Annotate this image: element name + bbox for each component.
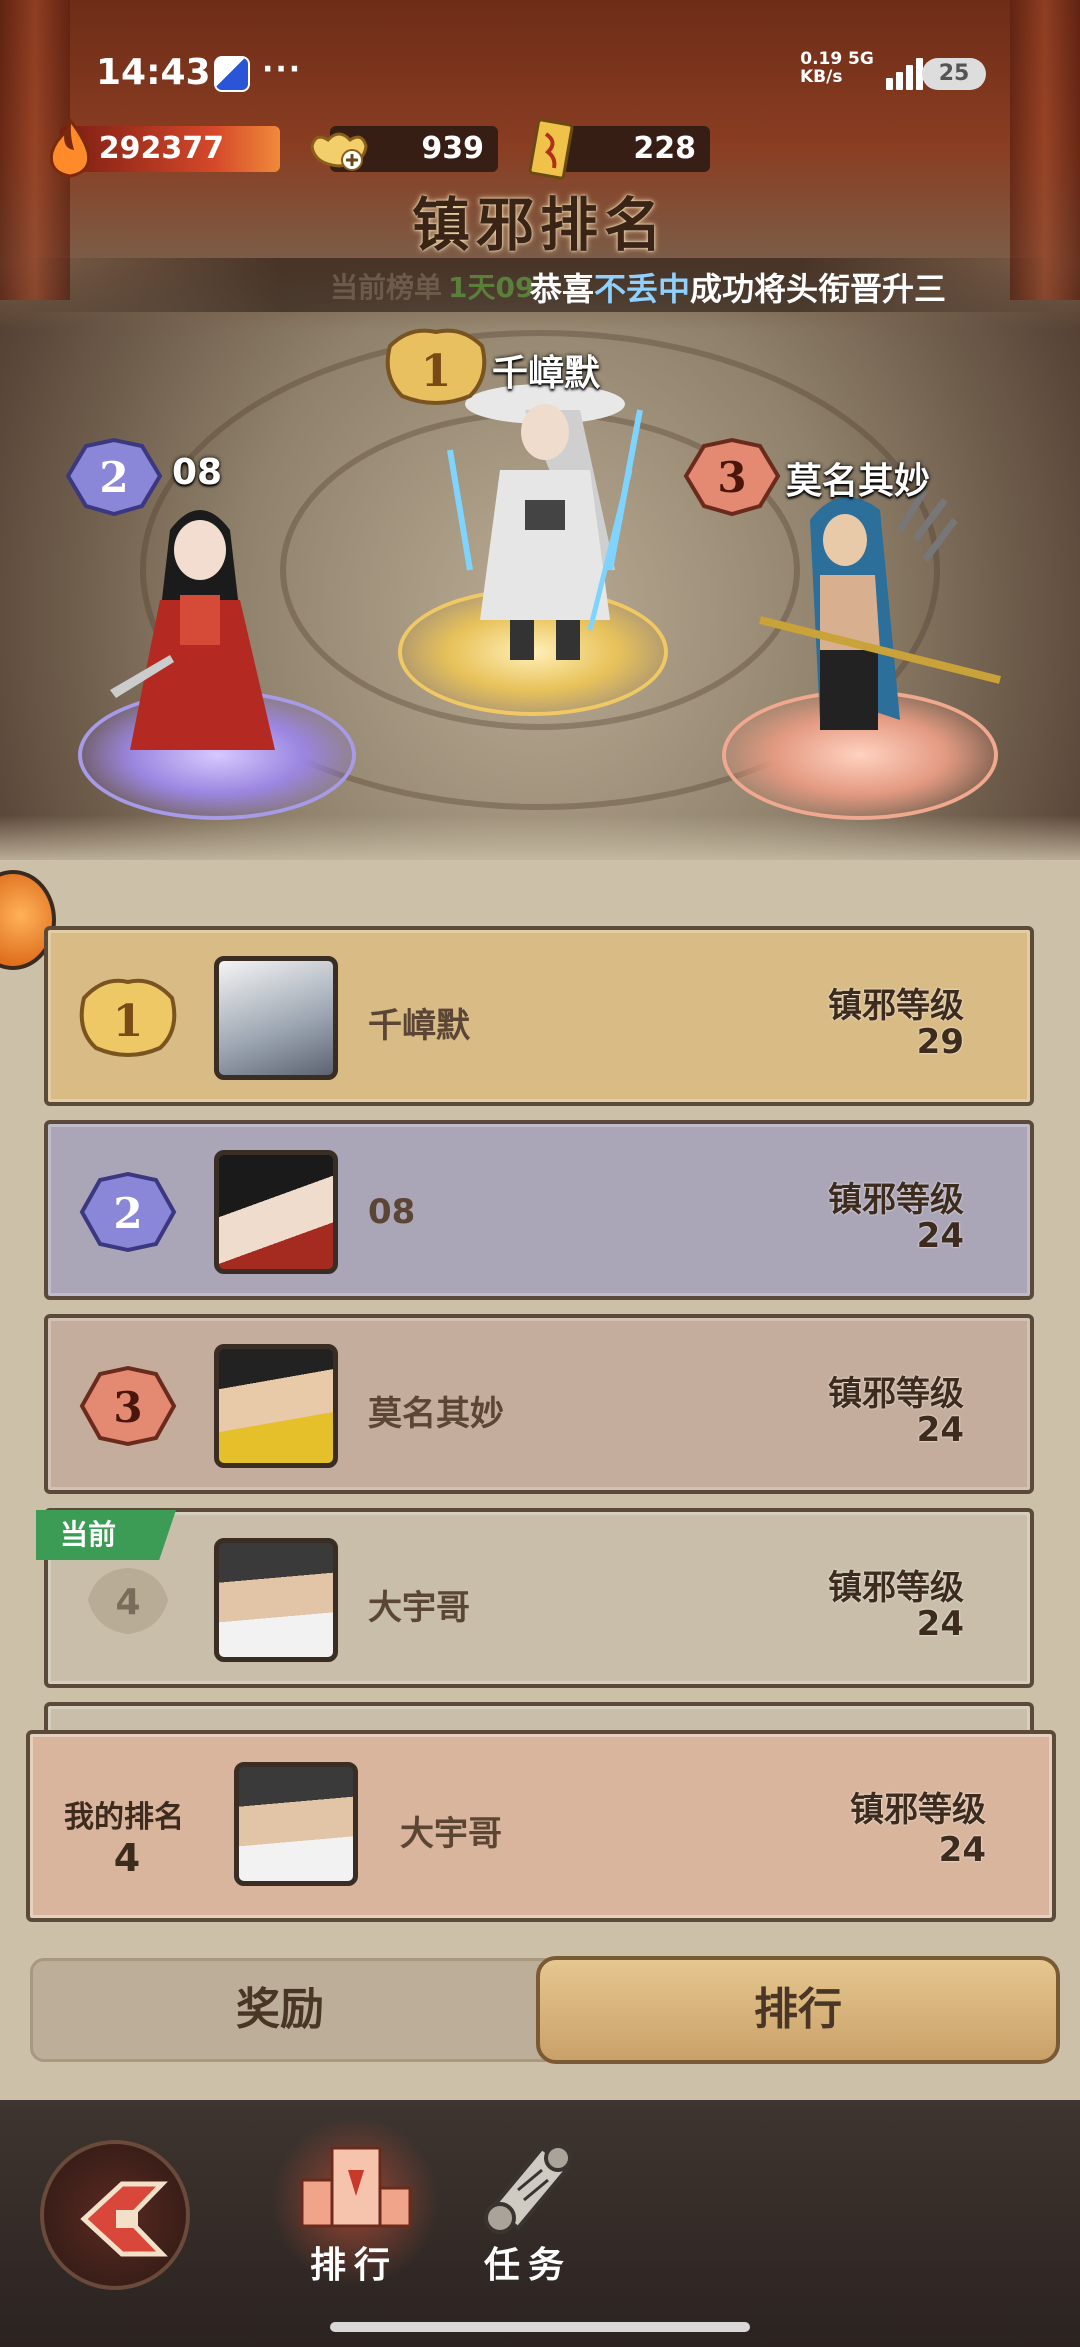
- svg-text:3: 3: [717, 453, 746, 502]
- more-notifications-icon: ···: [262, 52, 303, 87]
- ranking-row-4[interactable]: 4 大宇哥 镇邪等级 24: [44, 1508, 1034, 1688]
- network-speed: 0.19 KB/s: [800, 50, 842, 86]
- svg-text:1: 1: [421, 346, 452, 397]
- player-name: 大宇哥: [368, 1588, 470, 1628]
- player-name: 08: [368, 1192, 416, 1232]
- status-time: 14:43: [96, 52, 211, 93]
- level-value: 24: [916, 1216, 964, 1256]
- player-name: 千嶂默: [368, 1006, 470, 1046]
- first-place-character[interactable]: [430, 370, 660, 670]
- talisman-ticket-icon: [528, 118, 574, 180]
- page-title: 镇邪排名: [411, 191, 668, 259]
- rank-2-badge-icon: 2: [79, 1171, 177, 1253]
- panel-scroll-ornament: [0, 815, 1080, 905]
- tab-reward[interactable]: 奖励: [30, 1958, 530, 2062]
- network-speed-value: 0.19: [800, 49, 843, 69]
- level-value: 24: [916, 1604, 964, 1644]
- second-place-name: 08: [172, 452, 223, 493]
- scroll-task-icon[interactable]: [472, 2138, 582, 2234]
- gold-ingot-add-icon[interactable]: [308, 122, 370, 174]
- avatar[interactable]: [214, 1538, 338, 1662]
- rank-2-badge-icon: 2: [65, 437, 163, 517]
- first-place-name: 千嶂默: [492, 353, 601, 394]
- flame-icon: [49, 118, 91, 178]
- tab-ranking[interactable]: 排行: [536, 1956, 1060, 2064]
- level-label: 镇邪等级: [828, 986, 964, 1026]
- current-list-label: 当前榜单: [330, 271, 443, 304]
- svg-text:2: 2: [113, 1189, 142, 1238]
- rank-1-badge-icon: 1: [79, 978, 177, 1057]
- level-label: 镇邪等级: [828, 1180, 964, 1220]
- ranking-row-1[interactable]: 1 千嶂默 镇邪等级 29: [44, 926, 1034, 1106]
- back-arrow-icon: [80, 2181, 168, 2257]
- rank-3-badge-icon: 3: [79, 1365, 177, 1447]
- my-rank-label: 我的排名: [64, 1800, 184, 1835]
- ticker-start: 恭喜: [530, 270, 595, 308]
- nav-task-label[interactable]: 任务: [484, 2236, 572, 2288]
- network-speed-unit: KB/s: [800, 67, 843, 87]
- ticket-value: 228: [550, 126, 710, 172]
- home-indicator[interactable]: [330, 2322, 750, 2332]
- rank-4-badge-icon: 4: [88, 1568, 168, 1634]
- third-place-character[interactable]: [750, 480, 1010, 770]
- my-level-value: 24: [938, 1830, 986, 1870]
- svg-text:4: 4: [115, 1582, 140, 1623]
- ranking-row-2[interactable]: 2 08 镇邪等级 24: [44, 1120, 1034, 1300]
- announcement-ticker: 恭喜不丢中成功将头衔晋升三: [530, 264, 980, 310]
- svg-text:3: 3: [113, 1383, 142, 1432]
- back-button[interactable]: [40, 2140, 190, 2290]
- third-place-name: 莫名其妙: [786, 461, 931, 502]
- second-place-character[interactable]: [100, 490, 300, 770]
- network-type: 5G: [848, 49, 874, 69]
- avatar[interactable]: [214, 1344, 338, 1468]
- countdown-text: 1天09: [448, 271, 535, 304]
- rank-3-badge-icon: 3: [683, 437, 781, 517]
- current-tag: 当前: [36, 1510, 176, 1560]
- level-value: 24: [916, 1410, 964, 1450]
- svg-text:2: 2: [99, 453, 128, 502]
- my-rank-value: 4: [113, 1836, 141, 1880]
- my-name: 大宇哥: [400, 1814, 502, 1854]
- level-value: 29: [916, 1022, 964, 1062]
- player-name: 莫名其妙: [368, 1394, 504, 1434]
- ticker-end: 成功将头衔晋升三: [690, 270, 947, 308]
- level-label: 镇邪等级: [828, 1568, 964, 1608]
- ticker-player-name: 不丢中: [594, 270, 691, 308]
- podium-rank-icon[interactable]: [296, 2140, 416, 2232]
- svg-text:1: 1: [113, 996, 144, 1047]
- avatar[interactable]: [214, 956, 338, 1080]
- signal-icon: [878, 56, 924, 90]
- my-avatar[interactable]: [234, 1762, 358, 1886]
- ranking-row-3[interactable]: 3 莫名其妙 镇邪等级 24: [44, 1314, 1034, 1494]
- my-level-label: 镇邪等级: [850, 1790, 986, 1830]
- level-label: 镇邪等级: [828, 1374, 964, 1414]
- app-notification-icon: [214, 56, 250, 92]
- avatar[interactable]: [214, 1150, 338, 1274]
- nav-rank-label[interactable]: 排行: [310, 2236, 398, 2288]
- battery-icon: 25: [922, 58, 986, 90]
- rank-1-badge-icon: 1: [385, 328, 487, 405]
